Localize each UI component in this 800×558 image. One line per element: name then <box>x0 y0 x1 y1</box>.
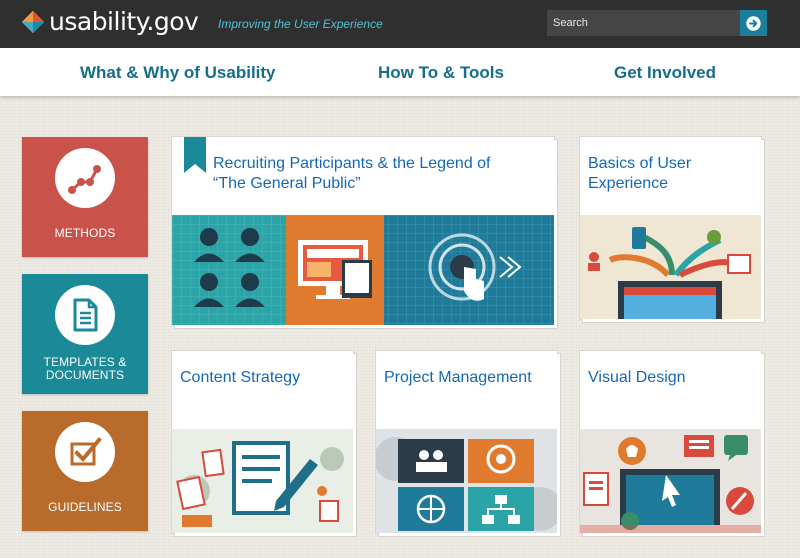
nav-get-involved[interactable]: Get Involved <box>614 63 716 83</box>
card-project-management-title[interactable]: Project Management <box>384 368 554 388</box>
recruiting-illustration <box>172 215 554 325</box>
category-guidelines-label: GUIDELINES <box>48 500 122 514</box>
usability-logo-icon[interactable] <box>22 11 44 33</box>
content-strategy-illustration-art <box>172 429 353 533</box>
category-guidelines[interactable]: GUIDELINES <box>22 411 148 531</box>
card-content-strategy[interactable]: Content Strategy <box>172 351 353 533</box>
site-tagline: Improving the User Experience <box>218 17 383 31</box>
card-recruiting-participants[interactable]: Recruiting Participants & the Legend of … <box>172 137 554 325</box>
card-project-management[interactable]: Project Management <box>376 351 557 533</box>
card-recruiting-title[interactable]: Recruiting Participants & the Legend of … <box>213 154 513 194</box>
basics-illustration <box>580 215 761 319</box>
visual-design-illustration <box>580 429 761 533</box>
card-visual-design-title[interactable]: Visual Design <box>588 368 753 388</box>
card-visual-design[interactable]: Visual Design <box>580 351 761 533</box>
project-management-illustration-art <box>376 429 557 533</box>
card-basics-title[interactable]: Basics of User Experience <box>588 154 748 194</box>
templates-circle <box>55 285 115 345</box>
recruiting-illustration-art <box>172 215 554 325</box>
nav-how-to-tools[interactable]: How To & Tools <box>378 63 504 83</box>
category-templates-documents[interactable]: TEMPLATES & DOCUMENTS <box>22 274 148 394</box>
methods-chart-icon <box>68 165 101 194</box>
checkbox-icon <box>70 437 102 466</box>
methods-circle <box>55 148 115 208</box>
card-basics-user-experience[interactable]: Basics of User Experience <box>580 137 761 319</box>
site-header: usability.gov Improving the User Experie… <box>0 0 800 48</box>
project-management-illustration <box>376 429 557 533</box>
category-methods[interactable]: METHODS <box>22 137 148 257</box>
site-logo[interactable]: usability.gov <box>49 5 199 39</box>
nav-what-why[interactable]: What & Why of Usability <box>80 63 276 83</box>
search-input[interactable] <box>547 10 740 36</box>
visual-design-illustration-art <box>580 429 761 533</box>
content-strategy-illustration <box>172 429 353 533</box>
arrow-right-icon <box>746 16 761 31</box>
category-methods-label: METHODS <box>54 226 116 240</box>
card-content-strategy-title[interactable]: Content Strategy <box>180 368 345 388</box>
basics-illustration-art <box>580 215 761 319</box>
bookmark-ribbon-icon <box>184 137 206 173</box>
document-icon <box>73 298 98 332</box>
search-submit-button[interactable] <box>740 10 767 36</box>
main-nav: What & Why of Usability How To & Tools G… <box>0 48 800 96</box>
guidelines-circle <box>55 422 115 482</box>
category-templates-label: TEMPLATES & DOCUMENTS <box>43 355 127 382</box>
